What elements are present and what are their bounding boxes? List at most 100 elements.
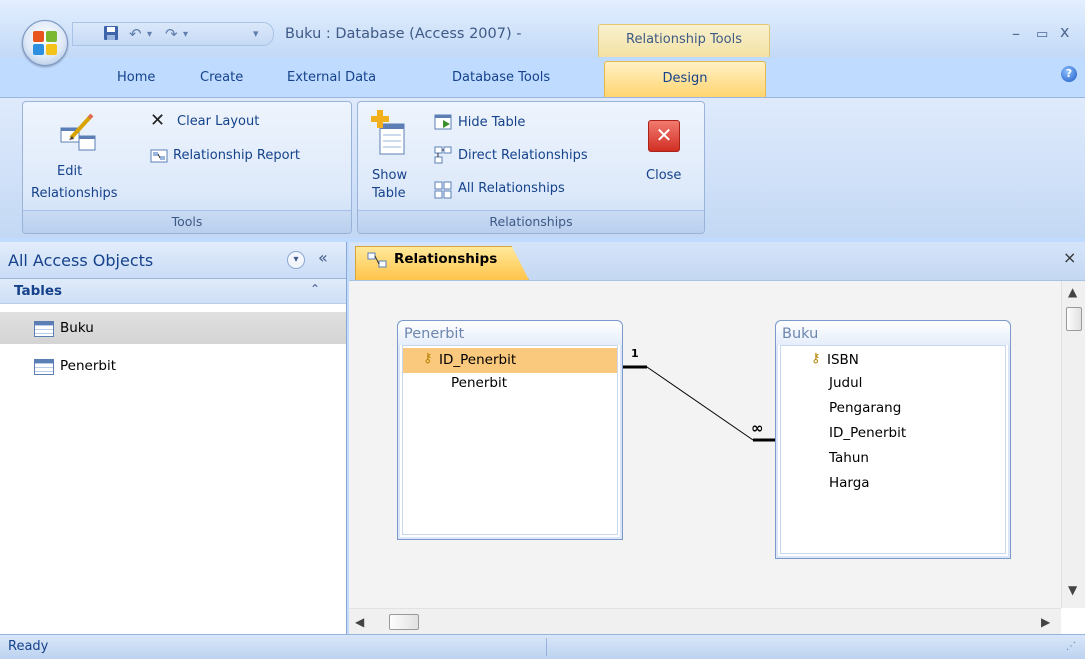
field-name: Penerbit [451,375,507,391]
nav-pane-header[interactable]: All Access Objects ▾ « [0,242,346,279]
scroll-right-arrow-icon[interactable]: ▶ [1041,615,1050,629]
office-button[interactable] [22,20,68,66]
nav-item-label: Buku [60,320,94,336]
tab-external-data[interactable]: External Data [287,70,376,85]
status-text: Ready [8,639,49,654]
all-relationships-button[interactable]: All Relationships [458,181,565,196]
hide-table-icon[interactable] [434,114,452,130]
resize-grip-icon[interactable]: ⋰ [1066,641,1076,652]
primary-key-icon: ⚷ [811,351,821,366]
quick-access-toolbar: ↶ ▾ ↷ ▾ ▾ [72,22,274,46]
field-name: Tahun [829,450,869,466]
field-name: Harga [829,475,870,491]
maximize-button[interactable]: ▭ [1036,27,1048,42]
window-title: Buku : Database (Access 2007) - [285,26,522,42]
document-area: Relationships × 1 ∞ Penerbit ⚷ ID_Penerb… [349,242,1085,635]
field-row-id-penerbit[interactable]: ID_Penerbit [781,423,1005,448]
field-name: Judul [829,375,863,391]
shutter-bar-close-icon[interactable]: « [318,248,328,267]
ribbon: Edit Relationships ✕ Clear Layout Relati… [0,97,1085,238]
horizontal-scrollbar[interactable]: ◀ ▶ [349,608,1061,635]
nav-group-label: Tables [14,283,63,299]
field-list-title[interactable]: Buku [776,321,1010,345]
nav-pane-title[interactable]: All Access Objects [8,251,153,270]
field-name: ID_Penerbit [829,425,907,441]
nav-pane-menu-icon[interactable]: ▾ [287,251,305,269]
close-relationships-button[interactable]: Close [646,168,681,183]
edit-relationships-icon[interactable] [57,112,101,156]
vertical-scroll-thumb[interactable] [1066,307,1082,331]
show-table-icon[interactable] [370,110,410,158]
field-row-isbn[interactable]: ⚷ ISBN [781,348,1005,373]
nav-item-penerbit[interactable]: Penerbit [0,350,346,382]
nav-group-tables[interactable]: Tables ⌃ [0,279,346,304]
navigation-pane: All Access Objects ▾ « Tables ⌃ Buku Pen… [0,242,347,634]
field-row-tahun[interactable]: Tahun [781,448,1005,473]
tab-relationships-label[interactable]: Relationships [394,251,497,267]
horizontal-scroll-thumb[interactable] [389,614,419,630]
group-tools: Edit Relationships ✕ Clear Layout Relati… [22,101,352,234]
status-bar: Ready ⋰ [0,634,1085,659]
relationship-many-label: ∞ [751,419,764,437]
close-document-button[interactable]: × [1063,248,1076,267]
relationship-one-label: 1 [631,347,639,360]
field-list-title[interactable]: Penerbit [398,321,622,345]
show-table-label-2[interactable]: Table [372,186,406,201]
nav-item-buku[interactable]: Buku [0,312,346,344]
direct-relationships-icon[interactable] [434,146,452,164]
document-tab-bar: Relationships × [349,242,1085,281]
field-list-buku[interactable]: Buku ⚷ ISBN Judul Pengarang ID_Penerbit … [775,320,1011,559]
relationships-tab-icon [367,252,387,268]
customize-qat-icon[interactable]: ▾ [253,27,259,40]
scroll-left-arrow-icon[interactable]: ◀ [355,615,364,629]
field-name: ID_Penerbit [439,352,517,368]
field-list-body: ⚷ ISBN Judul Pengarang ID_Penerbit Tahun… [780,345,1006,554]
office-logo-icon [33,31,57,55]
close-relationships-icon[interactable]: ✕ [648,120,680,152]
field-row-penerbit[interactable]: Penerbit [403,373,617,398]
relationship-report-button[interactable]: Relationship Report [173,148,300,163]
clear-layout-icon[interactable]: ✕ [150,110,165,131]
table-icon [34,359,54,375]
title-bar: ↶ ▾ ↷ ▾ ▾ Buku : Database (Access 2007) … [0,0,1085,58]
field-row-pengarang[interactable]: Pengarang [781,398,1005,423]
minimize-button[interactable]: – [1012,24,1020,43]
help-icon[interactable]: ? [1061,66,1077,82]
undo-icon[interactable]: ↶ [129,25,142,43]
tab-design[interactable]: Design [604,61,766,98]
nav-item-label: Penerbit [60,358,116,374]
redo-icon[interactable]: ↷ [165,25,178,43]
close-window-button[interactable]: x [1060,22,1069,41]
edit-relationships-label-2[interactable]: Relationships [31,186,118,201]
edit-relationships-label-1[interactable]: Edit [57,164,82,179]
field-row-id-penerbit[interactable]: ⚷ ID_Penerbit [403,348,617,373]
collapse-group-icon[interactable]: ⌃ [310,282,320,296]
field-name: ISBN [827,352,859,368]
relationship-report-icon[interactable] [150,148,168,164]
context-tab-relationship-tools: Relationship Tools [598,24,770,57]
tab-database-tools[interactable]: Database Tools [452,70,550,85]
undo-dropdown-icon[interactable]: ▾ [147,29,152,40]
direct-relationships-button[interactable]: Direct Relationships [458,148,588,163]
group-relationships: Show Table Hide Table Direct Relationshi… [357,101,705,234]
primary-key-icon: ⚷ [423,351,433,366]
table-icon [34,321,54,337]
field-row-harga[interactable]: Harga [781,473,1005,498]
clear-layout-button[interactable]: Clear Layout [177,114,259,129]
field-name: Pengarang [829,400,902,416]
vertical-scrollbar[interactable]: ▲ ▼ [1061,281,1085,608]
field-list-penerbit[interactable]: Penerbit ⚷ ID_Penerbit Penerbit [397,320,623,540]
hide-table-button[interactable]: Hide Table [458,115,525,130]
show-table-label-1[interactable]: Show [372,168,407,183]
scroll-down-arrow-icon[interactable]: ▼ [1068,583,1077,597]
field-row-judul[interactable]: Judul [781,373,1005,398]
relationships-canvas[interactable]: 1 ∞ Penerbit ⚷ ID_Penerbit Penerbit Buku… [349,281,1061,608]
save-icon[interactable] [103,25,119,45]
all-relationships-icon[interactable] [434,181,452,199]
scroll-up-arrow-icon[interactable]: ▲ [1068,285,1077,299]
tab-home[interactable]: Home [117,70,155,85]
group-label-tools: Tools [23,210,351,233]
tab-create[interactable]: Create [200,70,243,85]
redo-dropdown-icon[interactable]: ▾ [183,29,188,40]
status-divider [546,638,547,656]
